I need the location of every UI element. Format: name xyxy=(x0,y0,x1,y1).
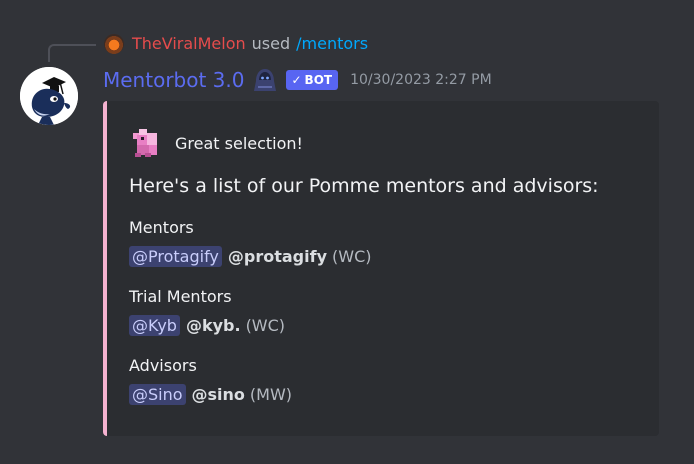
user-handle: @sino xyxy=(191,384,245,404)
role-mention[interactable]: @Sino xyxy=(129,383,186,405)
pixel-squirrel-icon xyxy=(133,129,157,157)
command-reply-reference[interactable]: TheViralMelon used /mentors xyxy=(104,33,368,55)
field-name: Advisors xyxy=(129,356,197,375)
embed-author-name: Great selection! xyxy=(175,133,303,153)
reply-username[interactable]: TheViralMelon xyxy=(132,33,246,55)
reply-user-avatar[interactable] xyxy=(104,34,124,54)
region-tag: (WC) xyxy=(332,246,372,266)
user-handle: @kyb. xyxy=(185,315,241,335)
region-tag: (MW) xyxy=(249,384,293,404)
reply-command-link[interactable]: /mentors xyxy=(296,33,368,55)
verified-bot-badge: ✓ BOT xyxy=(286,70,339,90)
field-value: @Sino @sino (MW) xyxy=(129,381,292,407)
role-mention[interactable]: @Kyb xyxy=(129,314,180,336)
bot-tag-label: BOT xyxy=(304,73,333,87)
region-tag: (WC) xyxy=(245,315,286,335)
field-name: Mentors xyxy=(129,218,194,237)
field-value: @Kyb @kyb. (WC) xyxy=(129,312,285,338)
reply-connector xyxy=(48,44,96,62)
orca-mascot-icon xyxy=(20,67,78,125)
embed-card: Great selection! Here's a list of our Po… xyxy=(103,101,659,436)
author-name[interactable]: Mentorbot 3.0 xyxy=(103,68,244,92)
checkmark-icon: ✓ xyxy=(291,73,302,87)
cloaked-figure-icon xyxy=(250,67,280,93)
embed-author: Great selection! xyxy=(129,127,303,159)
user-handle: @protagify xyxy=(227,246,327,266)
role-mention[interactable]: @Protagify xyxy=(129,245,222,267)
reply-used-text: used xyxy=(251,34,291,53)
chat-message: TheViralMelon used /mentors Mentorbot 3.… xyxy=(0,0,694,464)
field-value: @Protagify @protagify (WC) xyxy=(129,243,371,269)
bot-avatar[interactable] xyxy=(20,67,78,125)
embed-field-trial-mentors: Trial Mentors @Kyb @kyb. (WC) xyxy=(129,286,285,338)
embed-field-mentors: Mentors @Protagify @protagify (WC) xyxy=(129,217,371,269)
embed-title: Here's a list of our Pomme mentors and a… xyxy=(129,175,599,197)
embed-field-advisors: Advisors @Sino @sino (MW) xyxy=(129,355,292,407)
message-header: Mentorbot 3.0 ✓ BOT 10/30/2023 2:27 PM xyxy=(103,66,492,94)
field-name: Trial Mentors xyxy=(129,287,232,306)
message-timestamp[interactable]: 10/30/2023 2:27 PM xyxy=(350,72,492,88)
